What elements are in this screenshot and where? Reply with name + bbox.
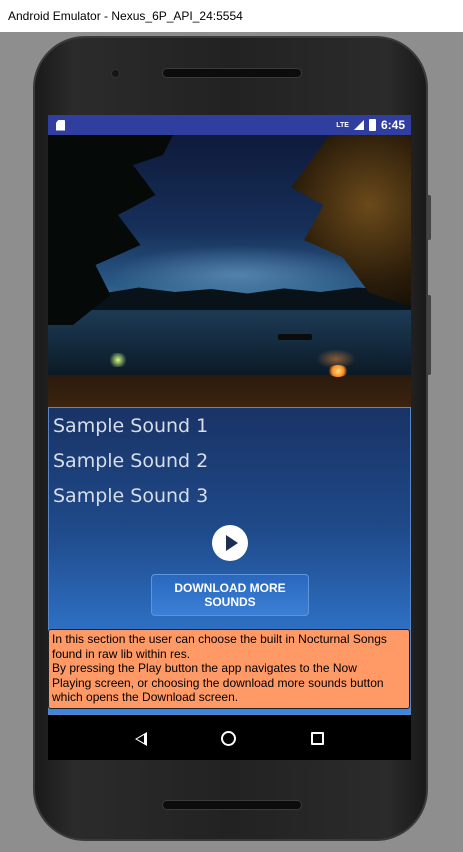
status-indicators: LTE 6:45 xyxy=(336,118,405,132)
info-line: In this section the user can choose the … xyxy=(52,632,387,646)
lake xyxy=(48,310,411,380)
status-time: 6:45 xyxy=(380,118,405,132)
night-lake-image xyxy=(48,135,411,407)
info-line: By pressing the Play button the app navi… xyxy=(52,661,357,675)
navigation-bar xyxy=(48,717,411,760)
sound-item-2[interactable]: Sample Sound 2 xyxy=(53,450,208,472)
window-title: Android Emulator - Nexus_6P_API_24:5554 xyxy=(8,9,243,23)
top-speaker xyxy=(162,68,302,78)
play-icon xyxy=(226,535,238,551)
shore xyxy=(48,375,411,407)
lte-icon: LTE xyxy=(336,121,349,129)
volume-button[interactable] xyxy=(427,295,431,375)
campfire xyxy=(328,365,348,377)
sd-card-icon xyxy=(56,119,65,131)
play-button[interactable] xyxy=(212,525,248,561)
home-icon[interactable] xyxy=(221,731,237,746)
sound-item-3[interactable]: Sample Sound 3 xyxy=(53,485,208,507)
dock-light xyxy=(108,353,128,367)
info-line: found in raw lib within res. xyxy=(52,646,191,661)
info-line: which opens the Download screen. xyxy=(52,690,239,704)
status-bar: LTE 6:45 xyxy=(48,115,411,135)
info-note: In this section the user can choose the … xyxy=(48,629,410,709)
info-line: Playing screen, or choosing the download… xyxy=(52,675,384,690)
battery-icon xyxy=(368,119,376,131)
bottom-speaker xyxy=(162,800,302,810)
recents-icon[interactable] xyxy=(310,732,324,745)
front-camera xyxy=(111,69,120,78)
back-icon[interactable] xyxy=(135,731,148,746)
power-button[interactable] xyxy=(427,195,431,240)
emulator-title-bar: Android Emulator - Nexus_6P_API_24:5554 xyxy=(0,0,463,32)
signal-icon xyxy=(353,120,364,130)
download-more-sounds-button[interactable]: DOWNLOAD MORE SOUNDS xyxy=(151,574,309,616)
boat xyxy=(278,334,312,340)
sound-item-1[interactable]: Sample Sound 1 xyxy=(53,415,208,437)
device-screen: LTE 6:45 Sample Sound 1 Sample Sound 2 S… xyxy=(48,115,411,760)
